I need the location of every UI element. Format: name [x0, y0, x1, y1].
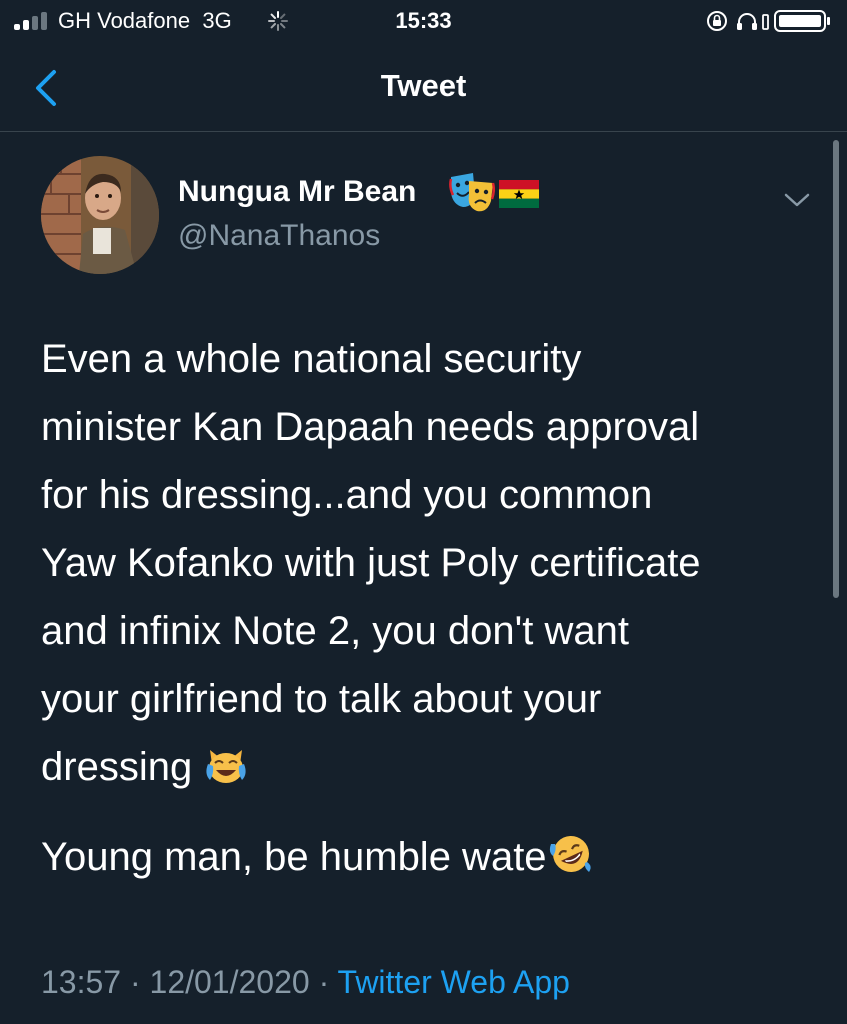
tweet-source-link[interactable]: Twitter Web App [338, 964, 570, 1000]
tweet-line: your girlfriend to talk about your [41, 677, 602, 721]
tweet-line: for his dressing...and you common [41, 473, 653, 517]
tweet-date: 12/01/2020 [149, 964, 310, 1000]
tweet-metadata: 13:57 · 12/01/2020 · Twitter Web App [41, 964, 570, 1001]
tweet-line: minister Kan Dapaah needs approval [41, 405, 700, 449]
orientation-lock-icon [707, 11, 727, 31]
page-title: Tweet [380, 68, 467, 103]
navigation-bar: Tweet [0, 44, 847, 132]
author-display-name[interactable]: Nungua Mr Bean [178, 175, 416, 209]
alarm-icon [762, 14, 769, 30]
tweet-paragraph-2: Young man, be humble wate [41, 823, 821, 891]
profile-photo [41, 156, 159, 274]
ghana-flag-emoji [499, 180, 539, 208]
meta-separator: · [129, 964, 141, 1000]
tweet-options-button[interactable] [782, 188, 812, 212]
tweet-line: dressing [41, 745, 193, 789]
chevron-down-icon [784, 193, 810, 207]
avatar[interactable] [41, 156, 159, 274]
tweet-line: Yaw Kofanko with just Poly certificate [41, 541, 701, 585]
scrollbar[interactable] [833, 140, 839, 598]
tweet-time: 13:57 [41, 964, 122, 1000]
tweet-line: Even a whole national security [41, 337, 582, 381]
tweet-line-with-emoji: dressing [41, 733, 821, 801]
rolling-on-floor-laughing-emoji [549, 836, 591, 872]
meta-separator: · [318, 964, 330, 1000]
battery-icon [774, 10, 830, 32]
author-handle[interactable]: @NanaThanos [178, 219, 380, 253]
cat-tears-of-joy-emoji [206, 750, 246, 783]
headphones-icon [737, 13, 757, 30]
tweet-line: Young man, be humble wate [41, 835, 547, 879]
performing-arts-emoji [449, 173, 495, 212]
status-icons [707, 10, 830, 32]
status-bar: GH Vodafone 3G 15:33 [0, 0, 847, 44]
tweet-line: and infinix Note 2, you don't want [41, 609, 630, 653]
tweet-text: Even a whole national security minister … [41, 325, 821, 891]
